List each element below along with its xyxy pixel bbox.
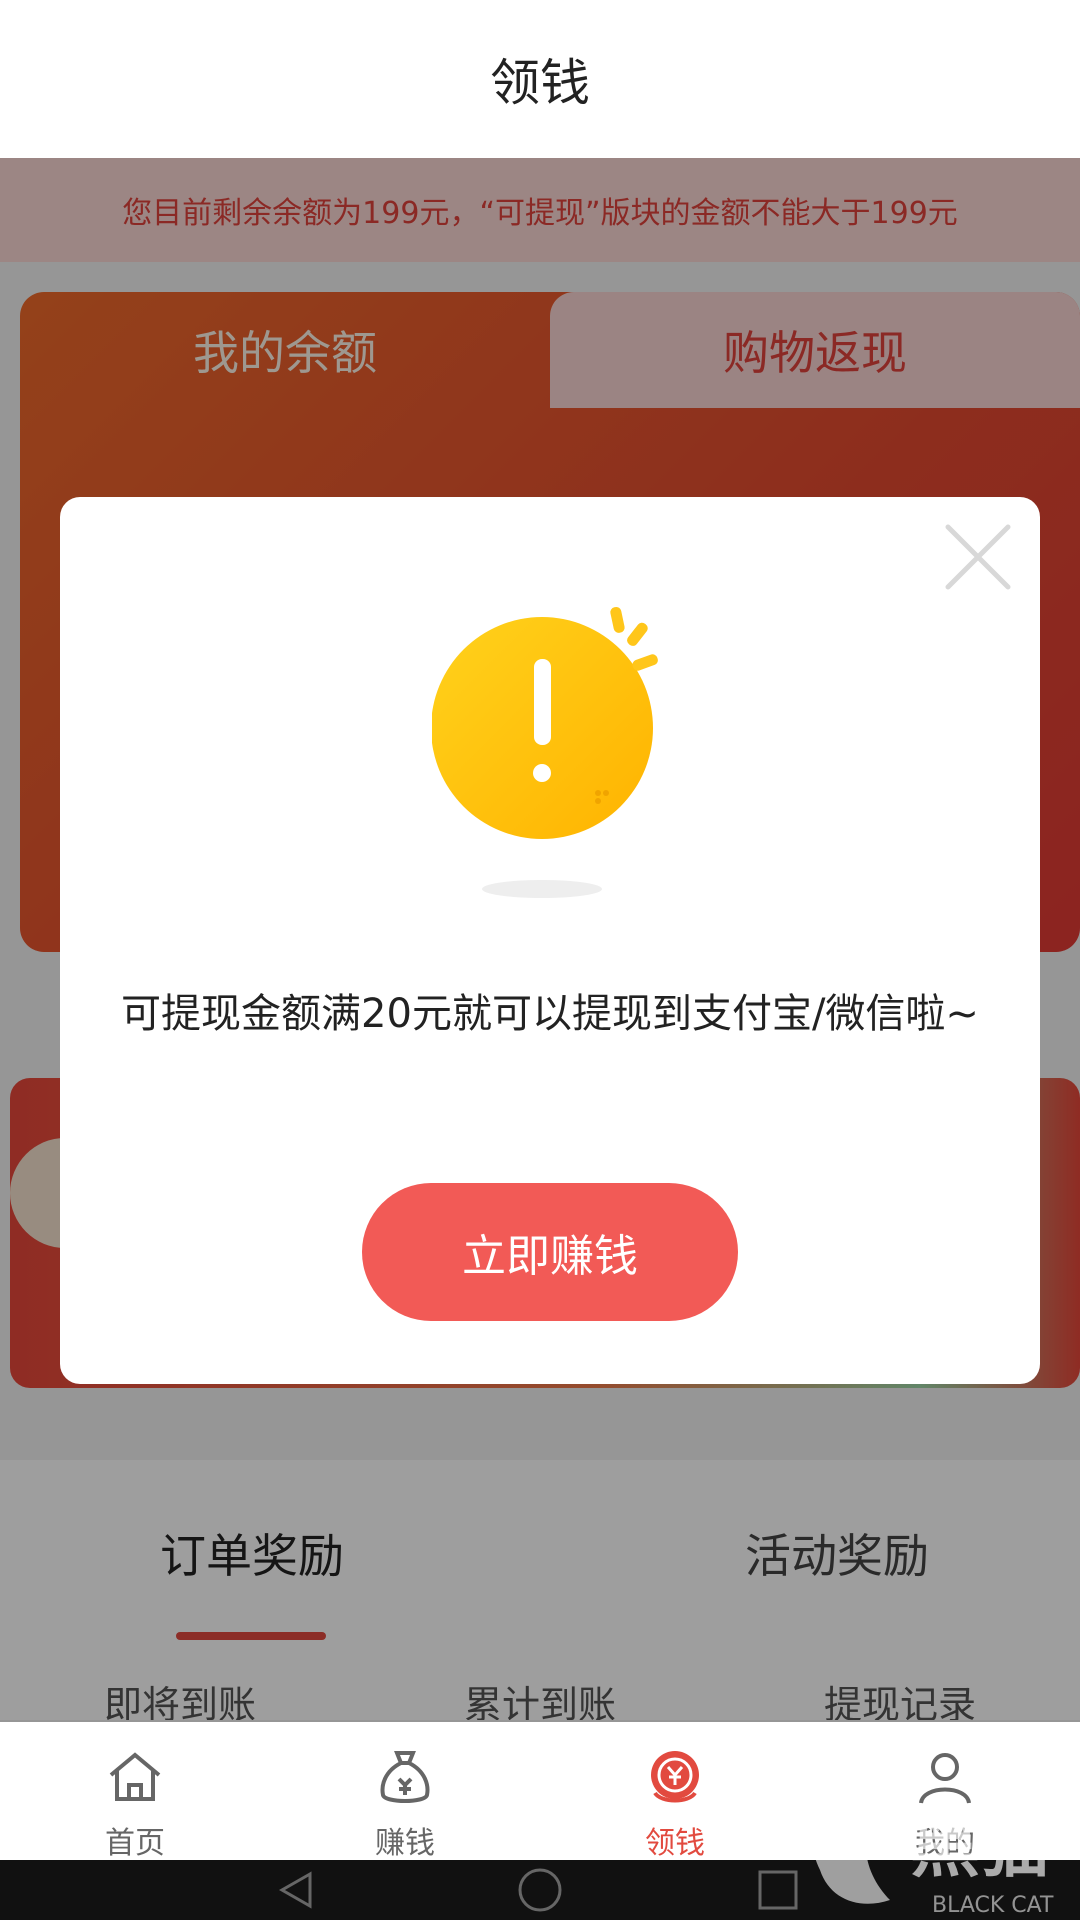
recents-icon[interactable] [758, 1870, 798, 1910]
nav-item-collect[interactable]: 领钱 [575, 1742, 775, 1862]
nav-label-home: 首页 [105, 1826, 165, 1861]
nav-label-earn: 赚钱 [375, 1826, 435, 1861]
header: 领钱 [0, 0, 1080, 158]
nav-label-collect: 领钱 [645, 1826, 705, 1861]
nav-item-home[interactable]: 首页 [35, 1742, 235, 1862]
home-button-icon[interactable] [518, 1868, 562, 1912]
close-icon [945, 524, 1011, 590]
withdraw-tip-dialog: 可提现金额满20元就可以提现到支付宝/微信啦~ 立即赚钱 [60, 497, 1040, 1384]
svg-text:黑猫: 黑猫 [910, 1805, 1050, 1887]
page-title: 领钱 [490, 54, 590, 112]
money-bag-icon [370, 1742, 440, 1812]
earn-now-button[interactable]: 立即赚钱 [362, 1183, 738, 1321]
coin-icon [640, 1742, 710, 1812]
exclamation-icon [432, 606, 658, 898]
svg-text:BLACK CAT: BLACK CAT [932, 1893, 1054, 1918]
watermark-logo: 黑猫 BLACK CAT [812, 1803, 1054, 1918]
home-icon [100, 1742, 170, 1812]
dialog-message: 可提现金额满20元就可以提现到支付宝/微信啦~ [121, 991, 979, 1037]
close-button[interactable] [940, 519, 1016, 595]
back-icon[interactable] [278, 1871, 312, 1909]
nav-item-earn[interactable]: 赚钱 [305, 1742, 505, 1862]
